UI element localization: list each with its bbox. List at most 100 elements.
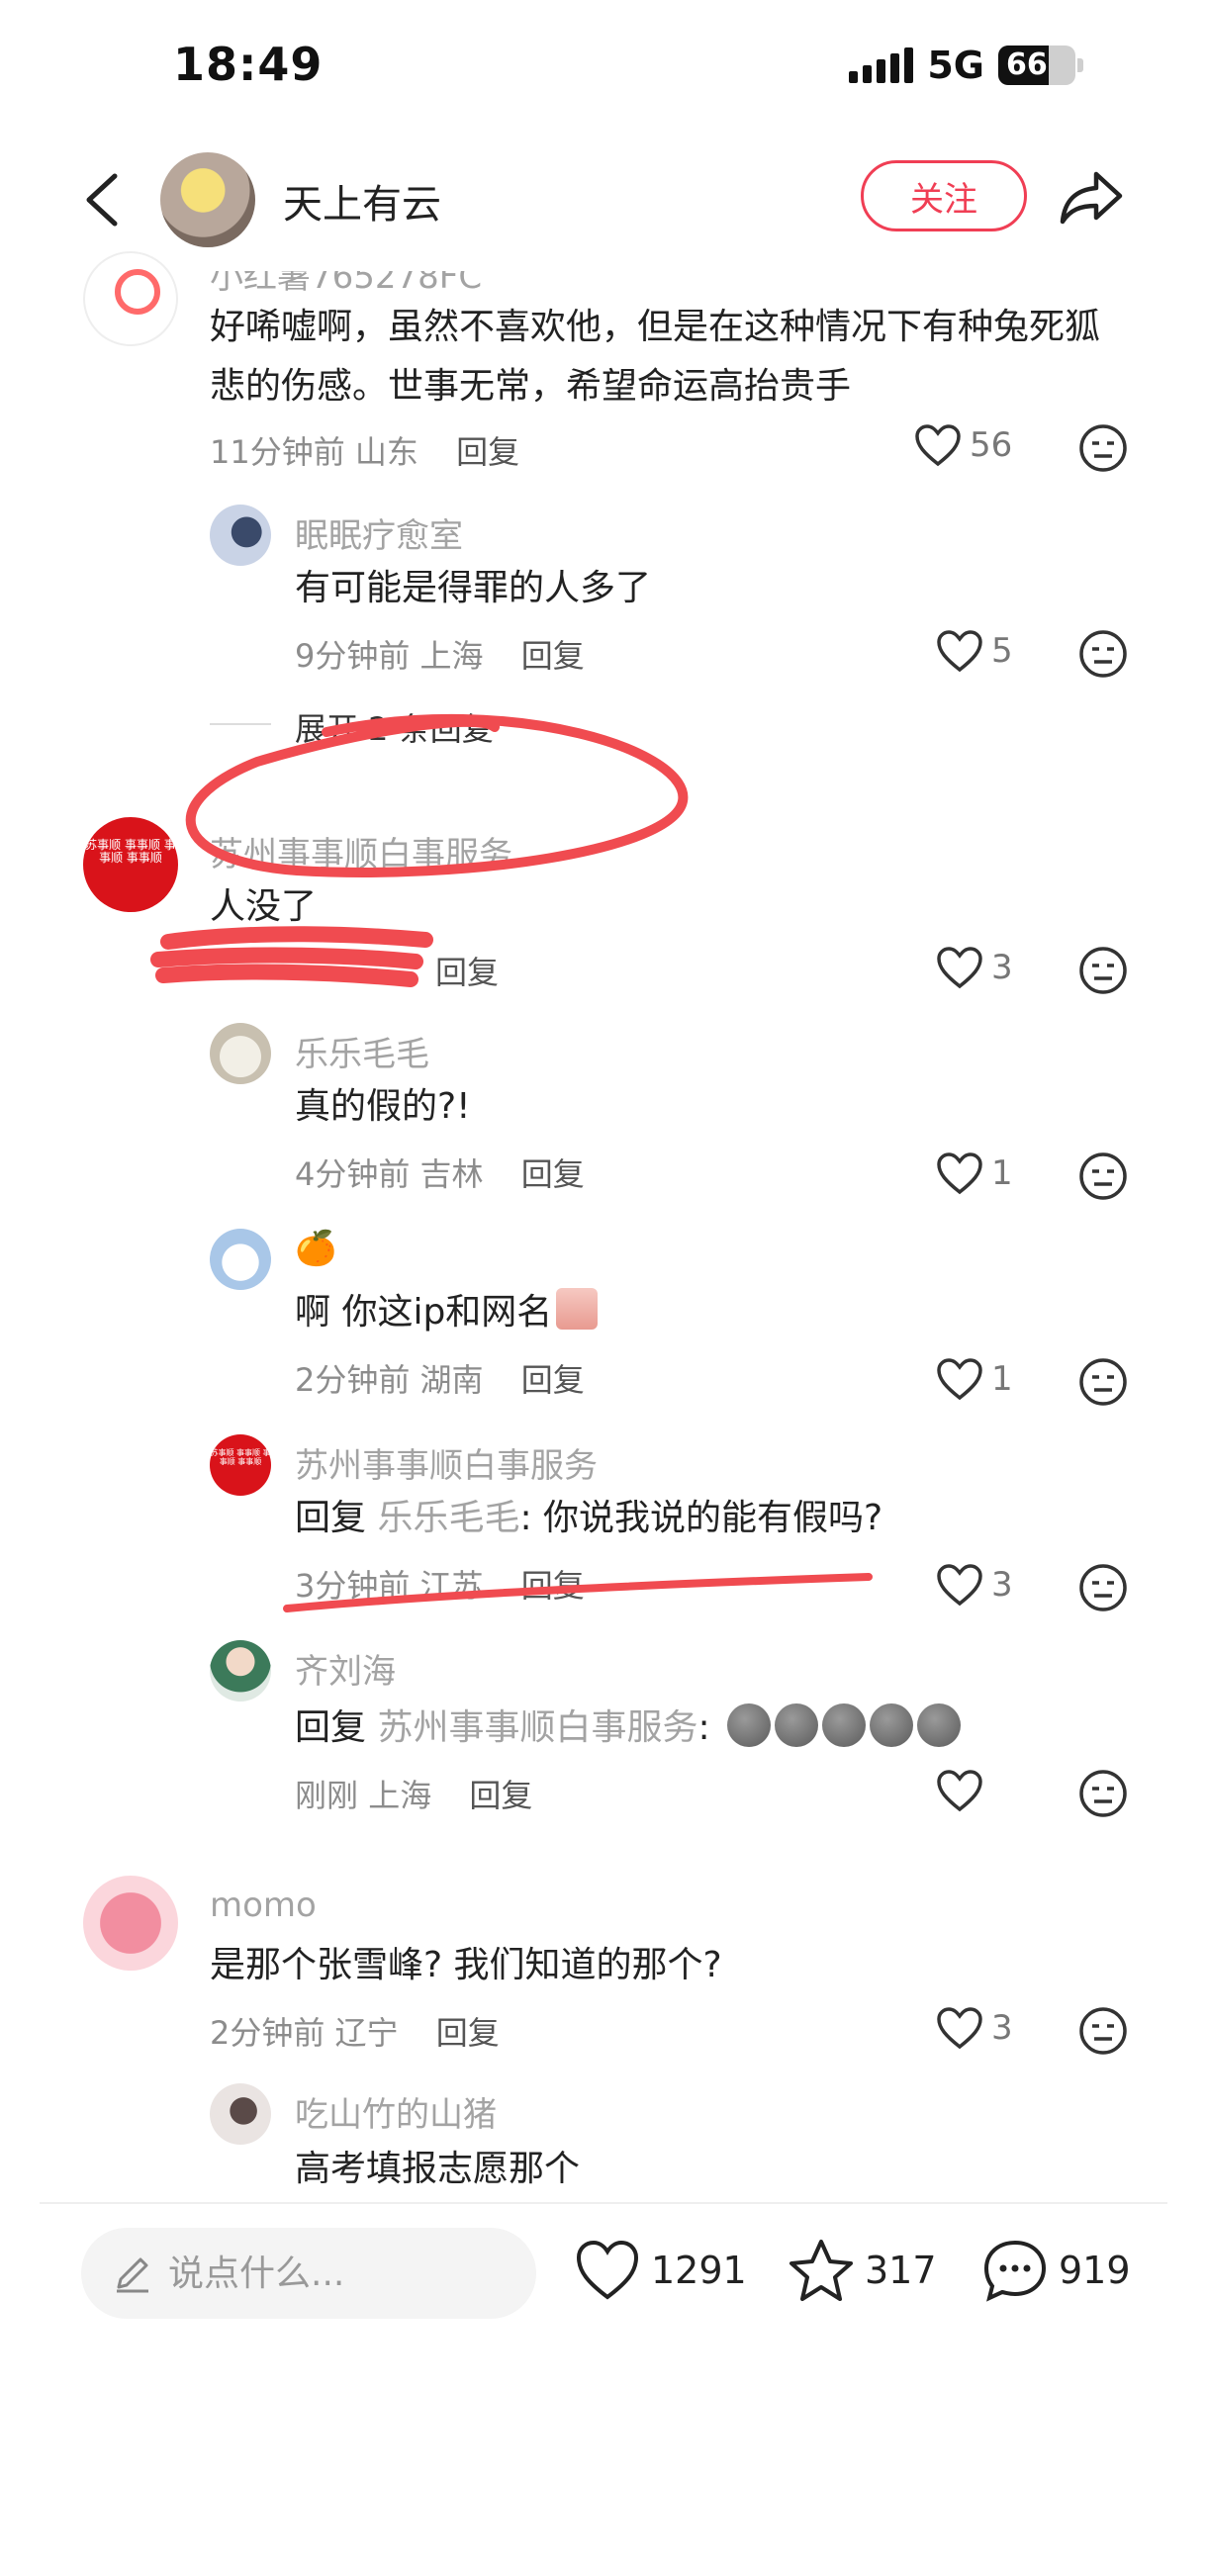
status-time: 18:49 (173, 38, 324, 91)
comment-meta: 9分钟前 上海 回复 (295, 631, 585, 677)
comment-text: 啊 你这ip和网名 (295, 1284, 599, 1341)
comment-text-line-1: 好唏嘘啊，虽然不喜欢他，但是在这种情况下有种兔死狐 (210, 307, 1101, 347)
note-comment-button[interactable]: 919 (981, 2238, 1131, 2303)
like-count: 3 (991, 2008, 1013, 2048)
comment-text: 真的假的?! (295, 1086, 471, 1127)
dislike-face-icon[interactable] (1078, 2006, 1128, 2056)
sticker-emoji (556, 1288, 599, 1330)
dislike-face-icon[interactable] (1078, 1769, 1128, 1818)
like-count: 5 (991, 631, 1013, 671)
commenter-avatar[interactable] (210, 505, 271, 566)
comment-time: 2分钟前 (295, 1361, 411, 1399)
comment-location: 吉林 (419, 1155, 484, 1193)
note-header: 天上有云 关注 (0, 148, 1207, 247)
commenter-name[interactable]: 乐乐毛毛 (295, 1027, 429, 1075)
heart-icon (937, 1152, 982, 1195)
dislike-face-icon[interactable] (1078, 1151, 1128, 1201)
reply-button[interactable]: 回复 (456, 433, 519, 471)
reply-button[interactable]: 回复 (521, 1567, 585, 1605)
author-avatar[interactable] (160, 152, 255, 247)
heart-icon (937, 2007, 982, 2050)
commenter-avatar[interactable] (83, 1876, 178, 1971)
reply-button[interactable]: 回复 (435, 954, 499, 991)
note-comment-count: 919 (1059, 2249, 1131, 2292)
reply-button[interactable]: 回复 (436, 2014, 500, 2052)
comment-time: 4分钟前 (295, 1155, 411, 1193)
follow-button[interactable]: 关注 (861, 160, 1027, 231)
status-right: 5G 66 (849, 44, 1083, 87)
commenter-avatar[interactable] (210, 2083, 271, 2145)
stone-face-emoji-row (727, 1703, 962, 1747)
like-button[interactable]: 56 (914, 423, 1012, 467)
comment-location: 山东 (354, 433, 418, 471)
share-icon[interactable] (1059, 168, 1124, 228)
commenter-name[interactable]: 苏州事事顺白事服务 (210, 827, 512, 875)
commenter-avatar[interactable] (83, 251, 178, 346)
comment-text: 人没了 (210, 886, 318, 927)
commenter-avatar[interactable] (210, 1023, 271, 1084)
dislike-face-icon[interactable] (1078, 629, 1128, 679)
stone-face-emoji (870, 1703, 914, 1747)
battery-level: 66 (1006, 47, 1048, 82)
comment-location: 辽宁 (334, 2014, 399, 2052)
heart-icon (937, 1770, 982, 1812)
comment-time: 刚刚 (295, 1777, 359, 1814)
pencil-icon (117, 2257, 148, 2293)
like-button[interactable]: 5 (936, 629, 1013, 673)
mention-link[interactable]: 乐乐毛毛 (377, 1498, 519, 1538)
dislike-face-icon[interactable] (1078, 946, 1128, 995)
like-button[interactable] (936, 1769, 991, 1812)
like-button[interactable]: 1 (936, 1357, 1013, 1401)
comment-text: 是那个张雪峰? 我们知道的那个? (210, 1945, 722, 1985)
bottom-divider (40, 2202, 1167, 2204)
commenter-name[interactable]: 🍊 (295, 1229, 336, 1268)
like-button[interactable]: 3 (936, 946, 1013, 989)
comment-meta: 4分钟前 吉林 回复 (295, 1150, 585, 1195)
back-icon[interactable] (77, 172, 127, 228)
reply-button[interactable]: 回复 (521, 1155, 585, 1193)
comment-time: 11分钟前 (210, 433, 345, 471)
commenter-name[interactable]: 吃山竹的山猪 (295, 2087, 497, 2136)
comment-meta: 回复 (408, 948, 499, 993)
commenter-name[interactable]: 齐刘海 (295, 1644, 396, 1693)
note-like-button[interactable]: 1291 (574, 2238, 747, 2303)
like-button[interactable]: 3 (936, 2006, 1013, 2050)
note-favorite-button[interactable]: 317 (788, 2238, 937, 2303)
comment-text: 回复 苏州事事顺白事服务: (295, 1700, 962, 1757)
comment-text: 高考填报志愿那个 (295, 2149, 581, 2189)
mention-link[interactable]: 苏州事事顺白事服务 (377, 1707, 697, 1748)
comment-meta: 3分钟前 江苏 回复 (295, 1561, 585, 1607)
expand-replies-button[interactable]: 展开 2 条回复 (295, 704, 494, 750)
like-count: 3 (991, 948, 1013, 987)
comment-text-content: 啊 你这ip和网名 (295, 1292, 553, 1333)
commenter-name[interactable]: momo (210, 1886, 317, 1925)
star-icon (789, 2240, 853, 2301)
comment-time: 9分钟前 (295, 637, 411, 675)
commenter-name[interactable]: 眠眠疗愈室 (295, 508, 463, 557)
comment-text: 有可能是得罪的人多了 (295, 568, 652, 608)
commenter-avatar[interactable]: 苏事顺 事事顺 事事顺 事事顺 (210, 1434, 271, 1496)
reply-button[interactable]: 回复 (521, 637, 585, 675)
reply-button[interactable]: 回复 (469, 1777, 532, 1814)
commenter-avatar[interactable] (210, 1229, 271, 1290)
like-count: 56 (970, 425, 1013, 465)
like-button[interactable]: 3 (936, 1563, 1013, 1607)
author-name[interactable]: 天上有云 (283, 172, 441, 230)
commenter-avatar[interactable] (210, 1640, 271, 1702)
dislike-face-icon[interactable] (1078, 1563, 1128, 1612)
commenter-avatar[interactable]: 苏事顺 事事顺 事事顺 事事顺 (83, 817, 178, 912)
comment-input[interactable] (168, 2242, 505, 2305)
note-like-count: 1291 (651, 2249, 747, 2292)
battery-icon: 66 (998, 46, 1075, 85)
commenter-name[interactable]: 小红薯765278FC (210, 271, 482, 298)
comment-location: 湖南 (419, 1361, 484, 1399)
comment-input-box[interactable] (81, 2228, 536, 2319)
commenter-name[interactable]: 苏州事事顺白事服务 (295, 1438, 598, 1487)
dislike-face-icon[interactable] (1078, 423, 1128, 473)
dislike-face-icon[interactable] (1078, 1357, 1128, 1407)
like-button[interactable]: 1 (936, 1151, 1013, 1195)
comment-text-content: : (697, 1707, 710, 1748)
avatar-logo-text: 苏事顺 事事顺 事事顺 事事顺 (210, 1448, 271, 1466)
stone-face-emoji (727, 1703, 772, 1747)
reply-button[interactable]: 回复 (521, 1361, 585, 1399)
